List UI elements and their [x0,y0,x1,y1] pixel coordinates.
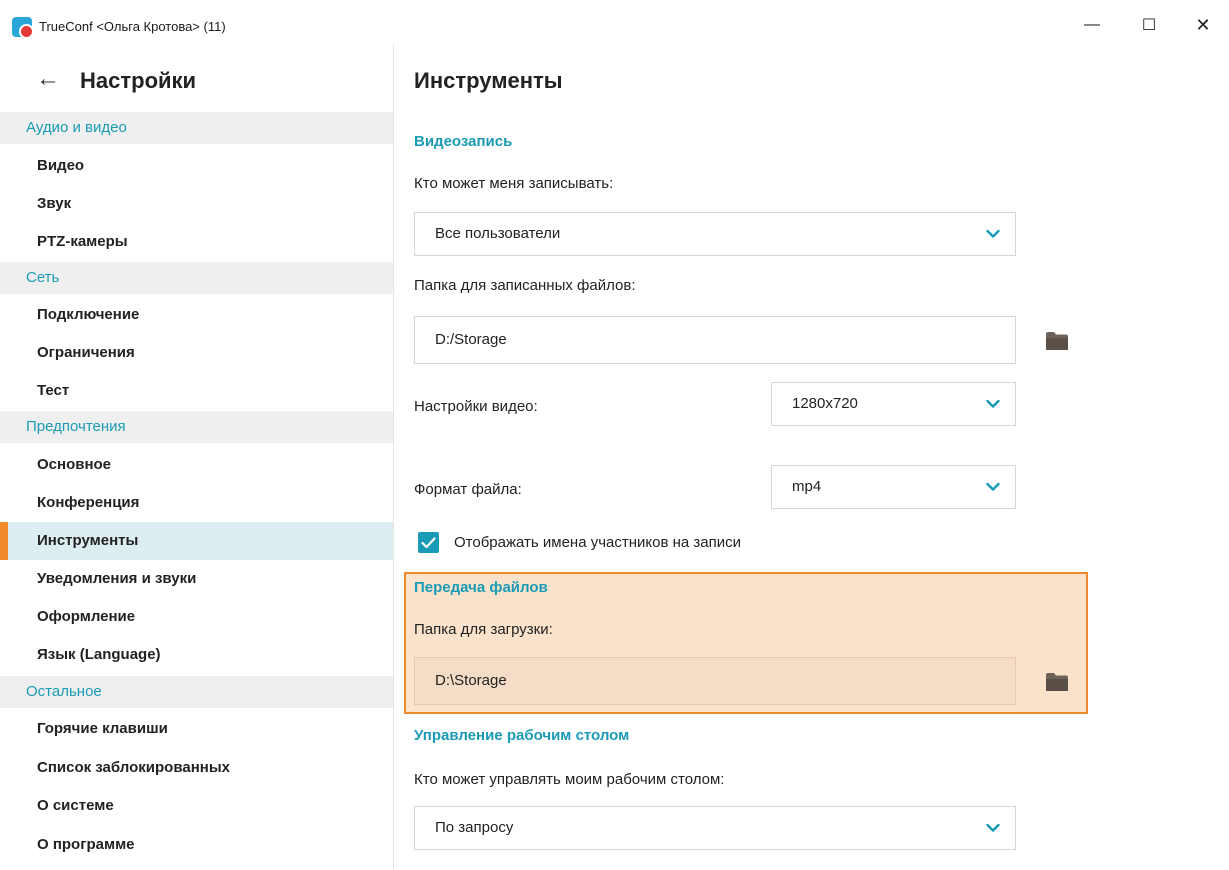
sidebar-section-preferences: Предпочтения [0,411,393,443]
sidebar-item-general[interactable]: Основное [0,446,393,484]
chevron-down-icon [985,213,1001,255]
chevron-down-icon [985,383,1001,425]
sidebar-item-limits[interactable]: Ограничения [0,334,393,372]
sidebar-item-test[interactable]: Тест [0,372,393,410]
minimize-button[interactable]: — [1077,12,1107,38]
settings-sidebar: ← Настройки Аудио и видео Видео Звук PTZ… [0,44,394,870]
sidebar-section-network: Сеть [0,262,393,294]
download-folder-label: Папка для загрузки: [414,621,553,638]
settings-main-panel: Инструменты Видеозапись Кто может меня з… [394,44,1229,870]
who-can-record-dropdown[interactable]: Все пользователи [414,212,1016,256]
recording-section-header: Видеозапись [414,133,513,150]
file-format-value: mp4 [792,478,822,495]
who-can-record-label: Кто может меня записывать: [414,175,614,192]
close-button[interactable]: ✕ [1188,12,1218,38]
sidebar-item-tools[interactable]: Инструменты [0,522,393,560]
desktop-control-section-header: Управление рабочим столом [414,727,630,744]
maximize-button[interactable]: ☐ [1134,12,1164,38]
record-folder-field[interactable]: D:/Storage [414,316,1016,364]
show-names-checkbox[interactable] [418,532,439,553]
sidebar-item-hotkeys[interactable]: Горячие клавиши [0,710,393,748]
checkmark-icon [421,536,436,548]
sidebar-item-notifications[interactable]: Уведомления и звуки [0,560,393,598]
window-title: TrueConf <Ольга Кротова> (11) [39,19,226,34]
file-format-dropdown[interactable]: mp4 [771,465,1016,509]
who-can-record-value: Все пользователи [435,225,561,242]
sidebar-section-audio-video: Аудио и видео [0,112,393,144]
sidebar-item-ptz-cameras[interactable]: PTZ-камеры [0,223,393,261]
back-arrow-icon[interactable]: ← [36,65,60,93]
sidebar-item-blocklist[interactable]: Список заблокированных [0,749,393,787]
sidebar-item-sound[interactable]: Звук [0,185,393,223]
sidebar-item-conference[interactable]: Конференция [0,484,393,522]
trueconf-app-icon [12,17,34,39]
show-names-label[interactable]: Отображать имена участников на записи [454,534,741,551]
title-bar: TrueConf <Ольга Кротова> (11) — ☐ ✕ [0,0,1229,44]
video-settings-label: Настройки видео: [414,398,538,415]
who-can-control-label: Кто может управлять моим рабочим столом: [414,771,725,788]
folder-icon[interactable] [1045,672,1069,692]
download-folder-field[interactable]: D:\Storage [414,657,1016,705]
chevron-down-icon [985,807,1001,849]
page-title: Инструменты [414,68,563,93]
video-settings-value: 1280x720 [792,395,858,412]
sidebar-item-appearance[interactable]: Оформление [0,598,393,636]
chevron-down-icon [985,466,1001,508]
sidebar-section-other: Остальное [0,676,393,708]
record-folder-label: Папка для записанных файлов: [414,277,636,294]
file-format-label: Формат файла: [414,481,522,498]
sidebar-header: ← Настройки [0,44,393,112]
who-can-control-dropdown[interactable]: По запросу [414,806,1016,850]
record-folder-value: D:/Storage [435,331,507,348]
who-can-control-value: По запросу [435,819,514,836]
file-transfer-section-header: Передача файлов [414,579,548,596]
sidebar-item-language[interactable]: Язык (Language) [0,636,393,674]
sidebar-item-about[interactable]: О программе [0,826,393,864]
download-folder-value: D:\Storage [435,672,507,689]
sidebar-title: Настройки [80,68,197,93]
video-settings-dropdown[interactable]: 1280x720 [771,382,1016,426]
folder-icon[interactable] [1045,331,1069,351]
sidebar-item-video[interactable]: Видео [0,147,393,185]
sidebar-item-system[interactable]: О системе [0,787,393,825]
sidebar-item-connection[interactable]: Подключение [0,296,393,334]
